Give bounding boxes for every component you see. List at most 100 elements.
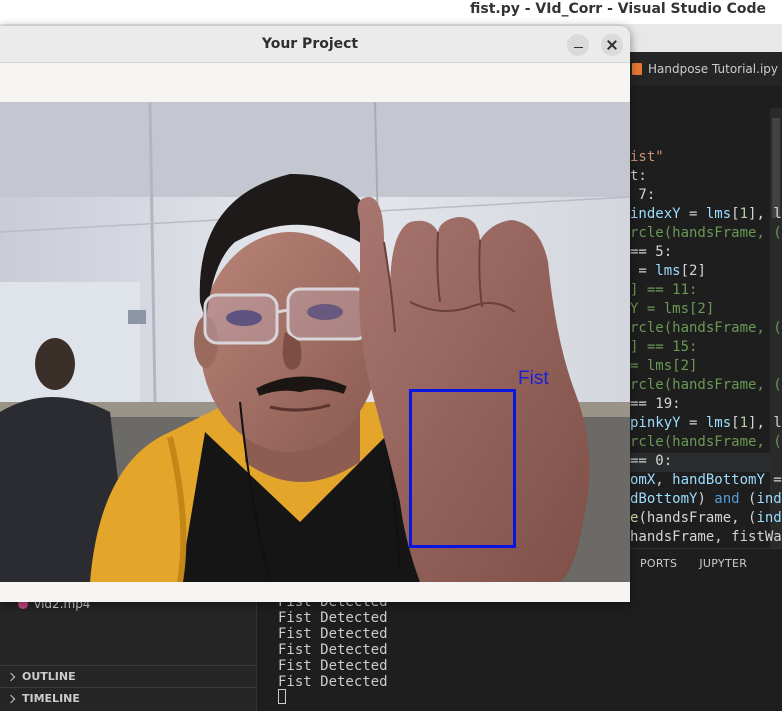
fist-detection-label: Fist — [518, 368, 549, 389]
minimize-icon — [573, 46, 583, 49]
code-token: ], l — [748, 415, 782, 431]
code-token: ind — [756, 491, 782, 507]
code-token: lms — [705, 206, 732, 222]
panel-tabs: PORTS JUPYTER — [630, 548, 782, 578]
code-line: handsFrame, fistWa — [630, 528, 782, 547]
project-window-title: Your Project — [261, 36, 359, 52]
chevron-right-icon — [6, 672, 16, 681]
code-line: = lms[2] — [630, 357, 697, 376]
code-token: rcle(handsFrame, ( — [630, 320, 782, 336]
code-token: t: — [630, 168, 647, 184]
code-line: ] == 15: — [630, 338, 697, 357]
tab-ports[interactable]: PORTS — [640, 557, 677, 570]
code-token: pinkyY — [630, 415, 681, 431]
code-line: indexY = lms[1], l — [630, 205, 782, 224]
timeline-section[interactable]: TIMELINE — [0, 687, 257, 709]
terminal-line: Fist Detected — [278, 610, 388, 626]
code-line: rcle(handsFrame, ( — [630, 224, 782, 243]
timeline-label: TIMELINE — [22, 692, 80, 705]
code-token: == 19: — [630, 396, 681, 412]
editor-scrollbar-thumb[interactable] — [772, 118, 780, 218]
minimize-button[interactable] — [567, 34, 589, 56]
code-line: rcle(handsFrame, ( — [630, 433, 782, 452]
code-line: pinkyY = lms[1], l — [630, 414, 782, 433]
code-line: == 19: — [630, 395, 681, 414]
code-token: rcle(handsFrame, ( — [630, 225, 782, 241]
code-line: 7: — [630, 186, 655, 205]
code-token: dBottomY — [630, 491, 698, 507]
code-line: dBottomY) and (ind — [630, 490, 782, 509]
fist-detection-box — [409, 389, 516, 548]
code-token: ) — [697, 491, 715, 507]
code-token: 7: — [630, 187, 656, 203]
vscode-title-bar: fist.py - VId_Corr - Visual Studio Code — [0, 0, 782, 24]
code-token: lms — [705, 415, 732, 431]
project-window-footer — [0, 582, 630, 602]
code-line: rcle(handsFrame, ( — [630, 319, 782, 338]
code-token: [ — [731, 415, 740, 431]
tab-jupyter[interactable]: JUPYTER — [699, 557, 747, 570]
terminal-line: Fist Detected — [278, 626, 388, 642]
code-line: t: — [630, 167, 647, 186]
code-token: handBottomY — [672, 472, 765, 488]
code-token: Y = lms[2] — [630, 301, 715, 317]
code-token: = — [680, 206, 706, 222]
code-token: [ — [731, 206, 740, 222]
code-token: omX — [630, 472, 656, 488]
tab-label: Handpose Tutorial.ipy — [648, 62, 778, 76]
code-token: = — [764, 472, 782, 488]
tab-handpose-notebook[interactable]: Handpose Tutorial.ipy — [632, 58, 778, 80]
code-line: ist" — [630, 148, 664, 167]
code-token: (handsFrame, ( — [638, 510, 757, 526]
webcam-frame: Fist — [0, 102, 630, 582]
project-window-toolbar — [0, 64, 630, 102]
code-line: omX, handBottomY = — [630, 471, 782, 490]
terminal-line: Fist Detected — [278, 658, 388, 674]
code-line: == 5: — [630, 243, 672, 262]
terminal-cursor — [278, 689, 286, 704]
project-window-header[interactable]: Your Project — [0, 26, 630, 63]
code-editor[interactable]: ist" t: 7: indexY = lms[1], l rcle(handsFra… — [630, 108, 782, 548]
outline-section[interactable]: OUTLINE — [0, 665, 257, 687]
code-token: ], l — [748, 206, 782, 222]
code-token: rcle(handsFrame, ( — [630, 377, 782, 393]
desktop-screen: fist.py - VId_Corr - Visual Studio Code … — [0, 0, 782, 711]
project-window[interactable]: Your Project Fist — [0, 26, 630, 602]
code-token: ] == 15: — [630, 339, 698, 355]
code-token: = — [680, 415, 706, 431]
webcam-image — [0, 102, 630, 582]
code-token: == 0: — [630, 453, 673, 469]
code-token: 1 — [739, 415, 749, 431]
notebook-icon — [632, 63, 642, 75]
close-icon — [607, 40, 617, 50]
code-token: = — [630, 263, 656, 279]
code-line: = lms[2] — [630, 262, 706, 281]
code-token: and — [714, 491, 740, 507]
code-token: lms — [655, 263, 681, 279]
breadcrumb — [630, 86, 782, 108]
code-token: rcle(handsFrame, ( — [630, 434, 782, 450]
code-token: == 5: — [630, 244, 673, 260]
terminal-line: Fist Detected — [278, 642, 388, 658]
close-button[interactable] — [601, 34, 623, 56]
code-token: handsFrame, fistWa — [630, 529, 782, 545]
terminal[interactable]: Fist Detected Fist Detected Fist Detecte… — [258, 594, 782, 711]
code-token: , — [655, 472, 673, 488]
code-token: = lms[2] — [630, 358, 698, 374]
code-line: Y = lms[2] — [630, 300, 714, 319]
code-line: ] == 11: — [630, 281, 697, 300]
code-line: == 0: — [630, 452, 672, 471]
chevron-right-icon — [6, 694, 16, 703]
code-token: ist" — [630, 149, 664, 165]
code-token: [2] — [680, 263, 706, 279]
code-token: ind — [756, 510, 782, 526]
code-token: ( — [739, 491, 757, 507]
outline-label: OUTLINE — [22, 670, 76, 683]
terminal-line: Fist Detected — [278, 674, 388, 690]
code-token: indexY — [630, 206, 681, 222]
code-token: ] == 11: — [630, 282, 698, 298]
code-line: rcle(handsFrame, ( — [630, 376, 782, 395]
vscode-window-title: fist.py - VId_Corr - Visual Studio Code — [470, 1, 767, 17]
code-line: e(handsFrame, (ind — [630, 509, 782, 528]
code-token: 1 — [739, 206, 749, 222]
